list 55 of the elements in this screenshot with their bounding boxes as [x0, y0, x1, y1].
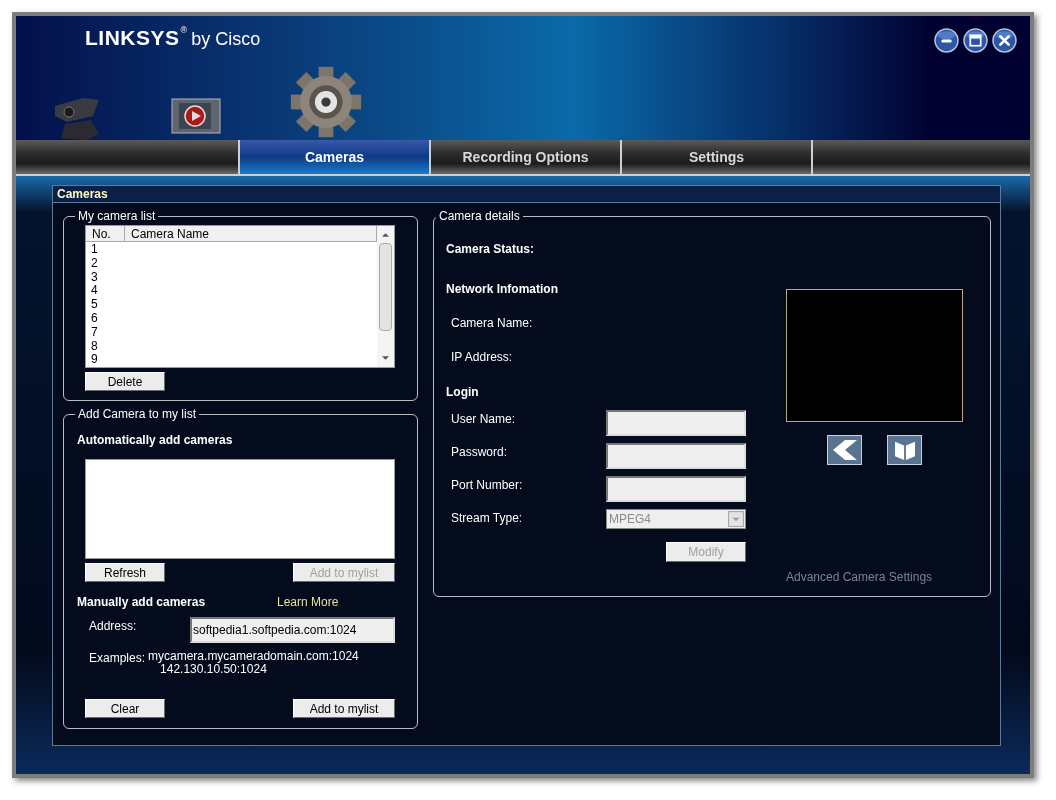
field-label: Stream Type:: [451, 510, 524, 526]
minimize-button[interactable]: [934, 28, 959, 53]
group-label: My camera list: [77, 208, 157, 224]
text-field[interactable]: [606, 410, 746, 436]
row-number[interactable]: 6: [91, 312, 372, 326]
section-heading: Camera Status:: [446, 241, 536, 257]
example-address: mycamera.mycameradomain.com:1024: [148, 650, 359, 663]
text-field[interactable]: [606, 476, 746, 502]
group-label: Camera details: [438, 208, 521, 224]
row-number[interactable]: 1: [91, 243, 372, 257]
row-number[interactable]: 9: [91, 353, 372, 367]
section-heading: Login: [446, 384, 480, 400]
tab[interactable]: Cameras: [238, 140, 429, 174]
scroll-up-icon[interactable]: [382, 233, 389, 237]
brand-logo: LINKSYS: [85, 25, 180, 51]
field-label: Camera Name:: [451, 315, 534, 331]
field-label: Password:: [451, 444, 509, 460]
field-label: Port Number:: [451, 477, 524, 493]
close-button[interactable]: [992, 28, 1017, 53]
row-number[interactable]: 7: [91, 325, 372, 340]
refresh-button[interactable]: Refresh: [85, 563, 165, 582]
film-icon: [171, 95, 221, 136]
clear-button[interactable]: Clear: [85, 699, 165, 718]
left-chevron-icon: [832, 440, 857, 460]
section-heading: Manually add cameras: [77, 594, 207, 610]
registered-mark: ®: [180, 24, 188, 35]
field-label: IP Address:: [451, 349, 514, 365]
row-number[interactable]: 3: [91, 270, 372, 285]
examples-label: Examples:: [89, 650, 146, 667]
scrollbar[interactable]: [377, 226, 394, 367]
text-field[interactable]: [606, 443, 746, 469]
learn-more-link[interactable]: Learn More: [277, 594, 339, 610]
group-label: Add Camera to my list: [77, 406, 198, 422]
maximize-button[interactable]: [963, 28, 988, 53]
field-label: User Name:: [451, 411, 516, 427]
left-chevron-button[interactable]: [827, 435, 862, 465]
delete-button[interactable]: Delete: [85, 372, 165, 391]
book-button[interactable]: [887, 435, 922, 465]
panel-title: Cameras: [57, 186, 108, 202]
tab[interactable]: Settings: [620, 140, 811, 174]
row-number[interactable]: 5: [91, 298, 372, 312]
section-heading: Automatically add cameras: [77, 432, 234, 448]
row-number[interactable]: 4: [91, 284, 372, 299]
tab[interactable]: Recording Options: [429, 140, 620, 174]
row-number[interactable]: 2: [91, 256, 372, 271]
add-to-mylist-button[interactable]: Add to mylist: [293, 699, 395, 718]
row-number[interactable]: 8: [91, 339, 372, 354]
section-heading: Network Infomation: [446, 281, 559, 297]
column-header[interactable]: No.: [86, 226, 125, 241]
address-field[interactable]: softpedia1.softpedia.com:1024: [190, 617, 395, 643]
brand-suffix: by Cisco: [191, 28, 261, 51]
field-label: Address:: [89, 618, 138, 635]
example-address: 142.130.10.50:1024: [160, 663, 267, 676]
book-icon: [894, 440, 915, 460]
scroll-down-icon[interactable]: [382, 356, 389, 360]
